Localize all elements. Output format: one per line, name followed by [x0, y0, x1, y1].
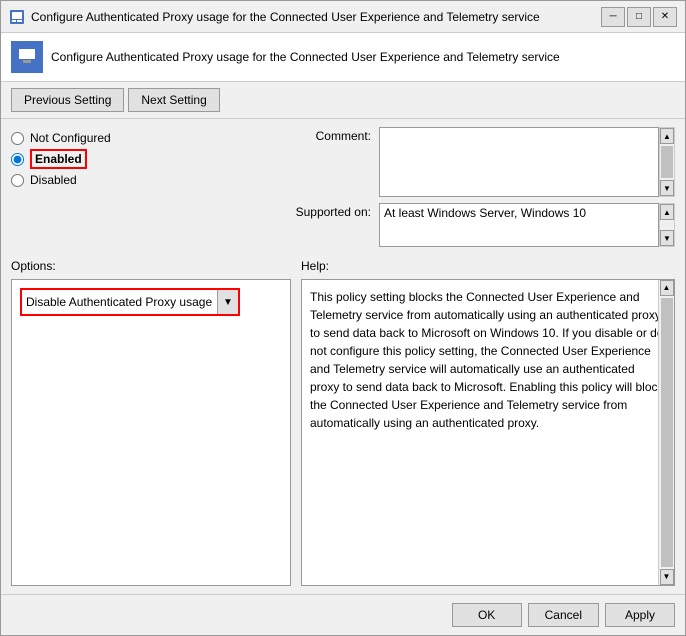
minimize-button[interactable]: ─: [601, 7, 625, 27]
help-panel: Help: This policy setting blocks the Con…: [301, 259, 675, 586]
proxy-dropdown-row: Disable Authenticated Proxy usage Enable…: [20, 288, 240, 316]
proxy-dropdown[interactable]: Disable Authenticated Proxy usage Enable…: [22, 290, 218, 314]
dropdown-arrow-icon[interactable]: ▼: [218, 290, 238, 314]
supported-scrollbar: ▲ ▼: [659, 203, 675, 247]
main-window: Configure Authenticated Proxy usage for …: [0, 0, 686, 636]
enabled-label: Enabled: [30, 149, 87, 169]
help-text: This policy setting blocks the Connected…: [310, 290, 664, 430]
window-title: Configure Authenticated Proxy usage for …: [31, 10, 595, 24]
top-section: Not Configured Enabled Disabled Comment:: [11, 127, 675, 247]
not-configured-radio[interactable]: [11, 132, 24, 145]
supported-scroll-up[interactable]: ▲: [660, 204, 674, 220]
toolbar: Previous Setting Next Setting: [1, 82, 685, 119]
comment-scrollbar: ▲ ▼: [659, 127, 675, 197]
previous-setting-button[interactable]: Previous Setting: [11, 88, 124, 112]
help-scroll-up[interactable]: ▲: [660, 280, 674, 296]
options-panel: Options: Disable Authenticated Proxy usa…: [11, 259, 291, 586]
cancel-button[interactable]: Cancel: [528, 603, 599, 627]
comment-label: Comment:: [291, 127, 371, 143]
footer: OK Cancel Apply: [1, 594, 685, 635]
supported-row: Supported on: At least Windows Server, W…: [291, 203, 675, 247]
scroll-down-arrow[interactable]: ▼: [660, 180, 674, 196]
not-configured-label: Not Configured: [30, 131, 111, 145]
options-content: Disable Authenticated Proxy usage Enable…: [11, 279, 291, 586]
next-setting-button[interactable]: Next Setting: [128, 88, 219, 112]
disabled-radio-label[interactable]: Disabled: [11, 173, 151, 187]
window-controls: ─ □ ✕: [601, 7, 677, 27]
disabled-radio[interactable]: [11, 174, 24, 187]
help-label: Help:: [301, 259, 675, 273]
radio-section: Not Configured Enabled Disabled: [11, 127, 151, 247]
scroll-up-arrow[interactable]: ▲: [660, 128, 674, 144]
header-bar: Configure Authenticated Proxy usage for …: [1, 33, 685, 82]
help-content: This policy setting blocks the Connected…: [301, 279, 675, 586]
enabled-radio[interactable]: [11, 153, 24, 166]
right-section: Comment: ▲ ▼ Supported on: At least: [291, 127, 675, 247]
supported-label: Supported on:: [291, 203, 371, 219]
not-configured-radio-label[interactable]: Not Configured: [11, 131, 151, 145]
help-scroll-down[interactable]: ▼: [660, 569, 674, 585]
maximize-button[interactable]: □: [627, 7, 651, 27]
help-scroll-thumb: [661, 298, 673, 567]
scroll-thumb: [661, 146, 673, 178]
help-scrollbar: ▲ ▼: [658, 280, 674, 585]
close-button[interactable]: ✕: [653, 7, 677, 27]
comment-row: Comment: ▲ ▼: [291, 127, 675, 197]
supported-scroll-down[interactable]: ▼: [660, 230, 674, 246]
window-icon: [9, 9, 25, 25]
main-content: Not Configured Enabled Disabled Comment:: [1, 119, 685, 594]
enabled-radio-label[interactable]: Enabled: [11, 149, 151, 169]
comment-textarea[interactable]: [379, 127, 659, 197]
options-help-row: Options: Disable Authenticated Proxy usa…: [11, 259, 675, 586]
header-title: Configure Authenticated Proxy usage for …: [51, 50, 560, 64]
disabled-label: Disabled: [30, 173, 77, 187]
supported-value: At least Windows Server, Windows 10: [379, 203, 659, 247]
options-label: Options:: [11, 259, 291, 273]
policy-icon: [11, 41, 43, 73]
comment-field-container: ▲ ▼: [379, 127, 675, 197]
apply-button[interactable]: Apply: [605, 603, 675, 627]
ok-button[interactable]: OK: [452, 603, 522, 627]
title-bar: Configure Authenticated Proxy usage for …: [1, 1, 685, 33]
